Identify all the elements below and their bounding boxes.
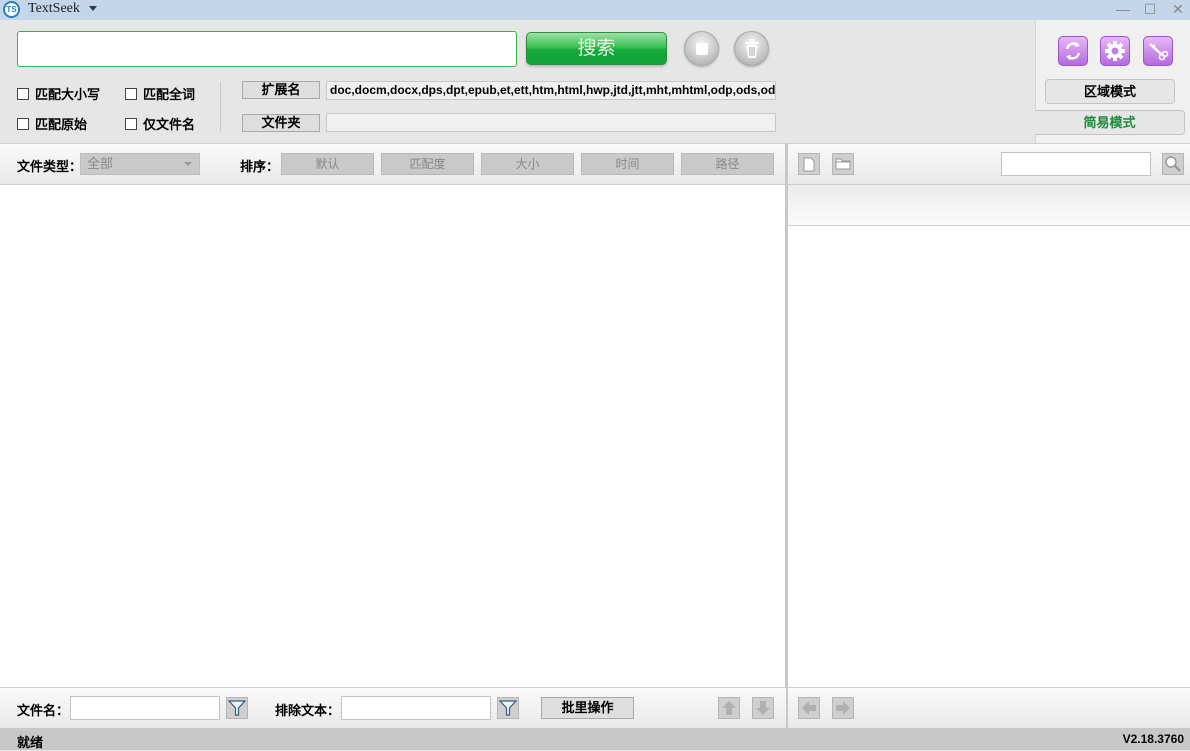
filename-filter-input[interactable]: [70, 696, 220, 720]
match-original-label: 匹配原始: [35, 117, 88, 132]
next-match-button[interactable]: [832, 697, 854, 719]
file-type-value: 全部: [87, 156, 114, 171]
sort-time-button[interactable]: 时间: [581, 153, 674, 175]
app-logo-icon: TS: [3, 1, 20, 18]
open-folder-button[interactable]: [832, 153, 854, 175]
divider: [220, 82, 221, 132]
key-button[interactable]: [1143, 36, 1173, 66]
region-mode-button[interactable]: 区域模式: [1045, 79, 1175, 104]
search-button[interactable]: 搜索: [526, 32, 667, 65]
filter-icon: [228, 700, 246, 716]
maximize-button[interactable]: ☐: [1139, 0, 1161, 18]
version-label: V2.18.3760: [1122, 732, 1184, 746]
match-whole-word-label: 匹配全词: [143, 87, 196, 102]
match-whole-word-checkbox[interactable]: 匹配全词: [125, 84, 195, 103]
arrow-up-icon: [722, 701, 736, 715]
preview-body[interactable]: [788, 226, 1190, 687]
arrow-down-icon: [756, 701, 770, 715]
filter-icon: [499, 700, 517, 716]
filename-only-checkbox[interactable]: 仅文件名: [125, 114, 195, 133]
folder-field[interactable]: [326, 113, 776, 132]
filename-filter-label: 文件名：: [17, 703, 70, 718]
search-icon: [1165, 156, 1181, 172]
file-type-label: 文件类型：: [17, 159, 83, 174]
refresh-icon: [1065, 42, 1081, 60]
folder-button[interactable]: 文件夹: [242, 114, 320, 132]
checkbox-box[interactable]: [125, 87, 137, 100]
stop-button[interactable]: [684, 31, 719, 66]
exclude-text-label: 排除文本：: [275, 703, 341, 718]
previous-match-button[interactable]: [798, 697, 820, 719]
checkbox-box[interactable]: [17, 87, 29, 100]
file-type-select[interactable]: 全部: [80, 153, 200, 175]
extension-field[interactable]: doc,docm,docx,dps,dpt,epub,et,ett,htm,ht…: [326, 81, 776, 100]
preview-search-input[interactable]: [1001, 152, 1151, 176]
trash-icon: [745, 39, 759, 58]
settings-button[interactable]: [1100, 36, 1130, 66]
title-bar: TS TextSeek — ☐ ✕: [0, 0, 1190, 20]
arrow-right-icon: [836, 701, 850, 715]
status-text: 就绪: [17, 735, 44, 750]
sort-relevance-button[interactable]: 匹配度: [381, 153, 474, 175]
match-case-checkbox[interactable]: 匹配大小写: [17, 84, 100, 103]
chevron-down-icon: [184, 162, 192, 166]
folder-icon: [835, 158, 851, 170]
sort-path-button[interactable]: 路径: [681, 153, 774, 175]
preview-search-button[interactable]: [1162, 153, 1184, 175]
app-menu-dropdown-icon[interactable]: [89, 6, 97, 11]
move-up-button[interactable]: [718, 697, 740, 719]
exclude-text-input[interactable]: [341, 696, 491, 720]
exclude-filter-button[interactable]: [497, 697, 519, 719]
key-icon: [1149, 43, 1169, 61]
status-bar: 就绪 V2.18.3760: [0, 728, 1190, 750]
search-input[interactable]: [17, 31, 517, 67]
sort-label: 排序：: [240, 159, 280, 174]
preview-header: [788, 185, 1190, 226]
stop-icon: [696, 43, 708, 55]
move-down-button[interactable]: [752, 697, 774, 719]
filename-filter-button[interactable]: [226, 697, 248, 719]
arrow-left-icon: [802, 701, 816, 715]
refresh-button[interactable]: [1058, 36, 1088, 66]
app-title: TextSeek: [28, 1, 80, 16]
filename-only-label: 仅文件名: [143, 117, 196, 132]
match-original-checkbox[interactable]: 匹配原始: [17, 114, 87, 133]
clear-button[interactable]: [734, 31, 769, 66]
extension-button[interactable]: 扩展名: [242, 81, 320, 99]
checkbox-box[interactable]: [17, 117, 29, 130]
batch-operation-button[interactable]: 批里操作: [541, 697, 634, 719]
sort-default-button[interactable]: 默认: [281, 153, 374, 175]
file-icon: [803, 157, 815, 171]
match-case-label: 匹配大小写: [35, 87, 101, 102]
minimize-button[interactable]: —: [1112, 0, 1134, 18]
settings-icon: [1105, 41, 1125, 61]
close-button[interactable]: ✕: [1167, 0, 1189, 18]
results-list[interactable]: [0, 185, 786, 687]
simple-mode-tab[interactable]: 简易模式: [1035, 110, 1185, 135]
open-file-button[interactable]: [798, 153, 820, 175]
sort-size-button[interactable]: 大小: [481, 153, 574, 175]
checkbox-box[interactable]: [125, 117, 137, 130]
